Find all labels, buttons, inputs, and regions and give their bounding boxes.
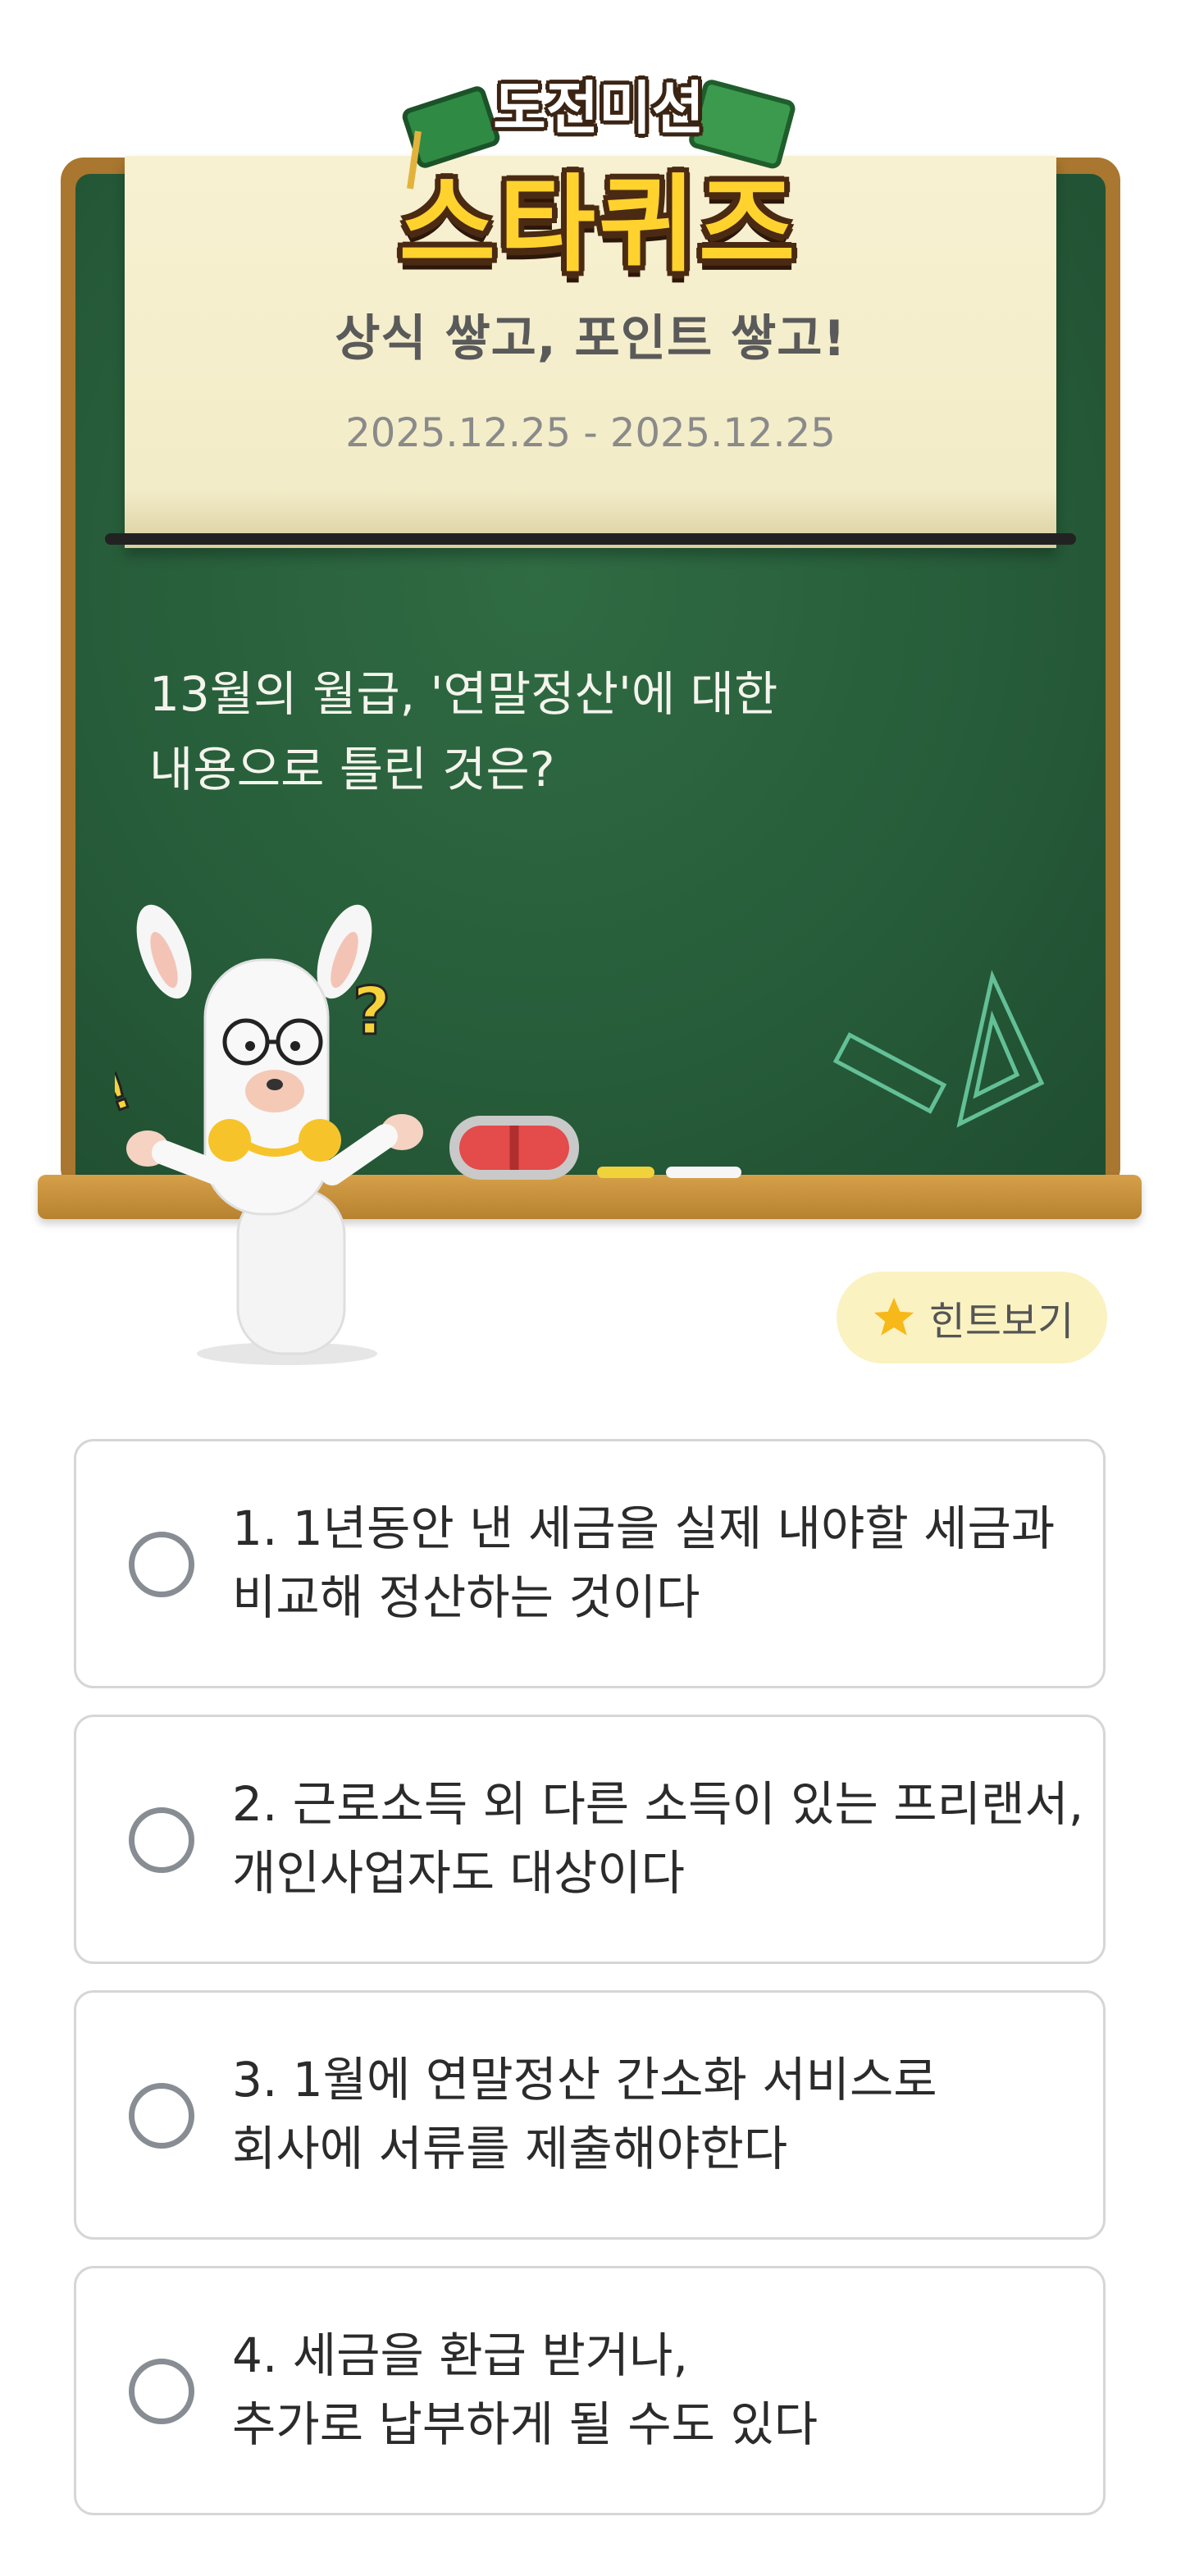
answer-option-label: 4. 세금을 환급 받거나, 추가로 납부하게 될 수도 있다 [232, 2327, 818, 2452]
logo-main-text: 스타퀴즈 [399, 164, 799, 286]
scroll-rod [105, 533, 1076, 545]
svg-text:!: ! [115, 1062, 139, 1124]
answer-option-3[interactable]: 3. 1월에 연말정산 간소화 서비스로 회사에 서류를 제출해야한다 [74, 1990, 1106, 2240]
radio-button[interactable] [129, 2359, 194, 2424]
yellow-chalk-icon [597, 1167, 654, 1178]
star-quiz-logo: 도전미션 스타퀴즈 [385, 33, 812, 286]
hint-label: 힌트보기 [928, 1299, 1074, 1345]
hint-button[interactable]: 힌트보기 [837, 1272, 1107, 1363]
svg-text:?: ? [353, 973, 390, 1049]
radio-button[interactable] [129, 1532, 194, 1597]
radio-button[interactable] [129, 2083, 194, 2149]
white-chalk-icon [666, 1167, 741, 1178]
answer-option-label: 2. 근로소득 외 다른 소득이 있는 프리랜서, 개인사업자도 대상이다 [232, 1776, 1084, 1901]
answer-option-2[interactable]: 2. 근로소득 외 다른 소득이 있는 프리랜서, 개인사업자도 대상이다 [74, 1715, 1106, 1964]
answer-option-1[interactable]: 1. 1년동안 낸 세금을 실제 내야할 세금과 비교해 정산하는 것이다 [74, 1439, 1106, 1688]
answer-option-label: 3. 1월에 연말정산 간소화 서비스로 회사에 서류를 제출해야한다 [232, 2052, 937, 2176]
answer-options: 1. 1년동안 낸 세금을 실제 내야할 세금과 비교해 정산하는 것이다 2.… [74, 1439, 1106, 2542]
logo-top-text: 도전미션 [493, 75, 704, 142]
eraser-icon [449, 1116, 579, 1180]
question-text: 13월의 월급, '연말정산'에 대한 내용으로 틀린 것은? [149, 666, 778, 797]
star-icon [873, 1297, 914, 1336]
page-subtitle: 상식 쌓고, 포인트 쌓고! [335, 310, 846, 368]
answer-option-label: 1. 1년동안 낸 세금을 실제 내야할 세금과 비교해 정산하는 것이다 [232, 1500, 1056, 1625]
chalk-drawing-icon [832, 970, 1045, 1128]
radio-button[interactable] [129, 1807, 194, 1873]
quiz-board: 도전미션 스타퀴즈 상식 쌓고, 포인트 쌓고! 2025.12.25 - 20… [0, 0, 1181, 1395]
answer-option-4[interactable]: 4. 세금을 환급 받거나, 추가로 납부하게 될 수도 있다 [74, 2266, 1106, 2515]
llama-mascot-icon: ? ! [115, 904, 423, 1365]
date-range: 2025.12.25 - 2025.12.25 [345, 410, 836, 456]
